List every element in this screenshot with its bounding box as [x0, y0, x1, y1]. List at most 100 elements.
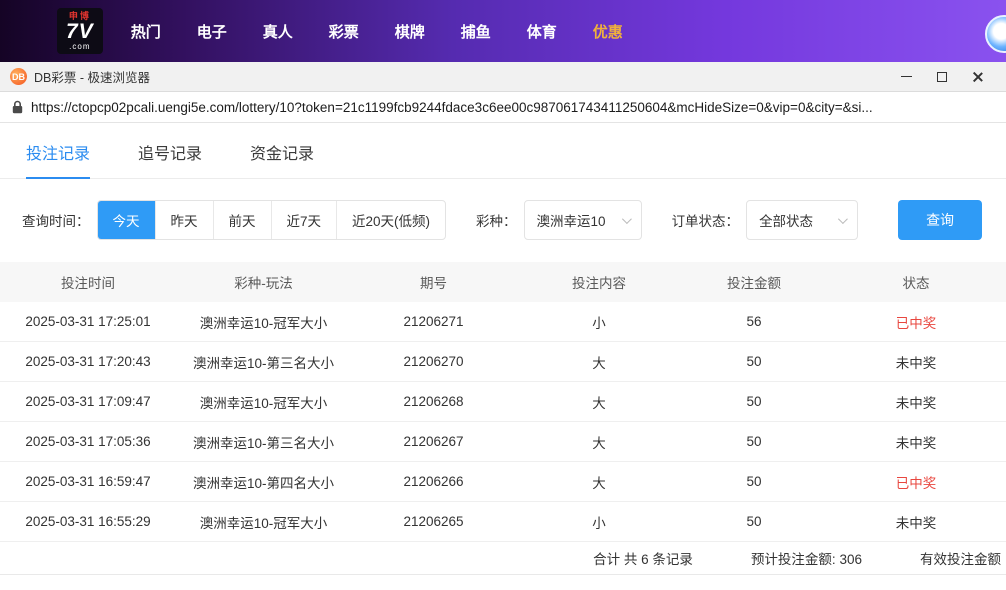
table-cell: 澳洲幸运10-第四名大小	[192, 475, 334, 491]
table-cell: 小	[592, 515, 606, 531]
column-header: 投注金额	[727, 276, 781, 291]
table-row: 2025-03-31 17:05:36 澳洲幸运10-第三名大小 21206267 大…	[0, 422, 1006, 462]
ssl-lock-icon	[12, 100, 23, 114]
nav-item[interactable]: 热门	[131, 21, 161, 42]
search-button[interactable]: 查询	[898, 200, 983, 240]
maximize-icon	[937, 71, 947, 82]
nav-item[interactable]: 体育	[527, 21, 557, 42]
nav-item[interactable]: 棋牌	[395, 21, 425, 42]
table-cell: 21206268	[403, 394, 464, 409]
record-tabs: 投注记录 追号记录 资金记录	[0, 123, 1006, 179]
table-cell: 大	[592, 355, 606, 371]
logo-text-main: 7V	[66, 20, 94, 43]
table-cell: 50	[746, 354, 762, 369]
status-cell: 未中奖	[895, 515, 937, 531]
minimize-button[interactable]	[888, 63, 924, 91]
column-header: 期号	[420, 276, 447, 291]
summary-footer: 合计 共 6 条记录 预计投注金额: 306 有效投注金额	[0, 542, 1006, 575]
valid-amount-label: 有效投注金额	[920, 552, 1001, 567]
table-cell: 小	[592, 315, 606, 331]
tab-chase-records[interactable]: 追号记录	[138, 140, 202, 178]
table-cell: 2025-03-31 17:09:47	[25, 394, 151, 409]
site-top-nav: 申博 7V .com 热门 电子 真人 彩票 棋牌 捕鱼 体育 优惠	[0, 0, 1006, 62]
order-status-label: 订单状态：	[671, 214, 740, 229]
minimize-icon	[900, 76, 912, 77]
table-cell: 50	[746, 514, 762, 529]
filter-bar: 查询时间： 今天 昨天 前天 近7天 近20天(低频) 彩种： 澳洲幸运10 订单状态：…	[22, 200, 1006, 240]
tab-bet-records[interactable]: 投注记录	[26, 140, 91, 179]
table-cell: 21206266	[403, 474, 464, 489]
status-cell: 已中奖	[895, 475, 937, 491]
status-cell: 未中奖	[895, 355, 937, 371]
table-row: 2025-03-31 17:09:47 澳洲幸运10-冠军大小 21206268 大 5…	[0, 382, 1006, 422]
table-cell: 澳洲幸运10-第三名大小	[192, 435, 334, 451]
table-cell: 大	[592, 475, 606, 491]
chevron-down-icon	[838, 213, 848, 224]
close-button[interactable]	[960, 63, 996, 91]
table-row: 2025-03-31 17:20:43 澳洲幸运10-第三名大小 21206270 大…	[0, 342, 1006, 382]
lottery-select-value: 澳洲幸运10	[536, 214, 606, 229]
table-cell: 2025-03-31 17:25:01	[25, 314, 151, 329]
time-option[interactable]: 今天	[97, 201, 156, 239]
table-cell: 澳洲幸运10-冠军大小	[199, 515, 328, 531]
table-cell: 21206271	[403, 314, 464, 329]
column-header: 彩种-玩法	[234, 276, 293, 291]
window-controls	[888, 63, 996, 91]
expected-amount-text: 预计投注金额: 306	[751, 548, 862, 568]
table-cell: 澳洲幸运10-第三名大小	[192, 355, 334, 371]
expected-amount-label: 预计投注金额:	[750, 552, 836, 567]
browser-app-icon: DB	[10, 68, 27, 85]
status-cell: 未中奖	[895, 435, 937, 451]
column-header: 状态	[902, 276, 930, 291]
browser-url-bar: https://ctopcp02pcali.uengi5e.com/lotter…	[0, 92, 1006, 123]
logo-text-sub: .com	[69, 42, 91, 52]
time-option[interactable]: 近20天(低频)	[337, 201, 445, 239]
browser-titlebar: DB DB彩票 - 极速浏览器	[0, 62, 1006, 92]
table-header-row: 投注时间 彩种-玩法 期号 投注内容 投注金额 状态	[0, 262, 1006, 302]
table-cell: 21206265	[403, 514, 464, 529]
table-cell: 澳洲幸运10-冠军大小	[199, 395, 328, 411]
nav-item[interactable]: 彩票	[329, 21, 359, 42]
nav-item[interactable]: 电子	[197, 21, 227, 42]
time-filter-group: 今天 昨天 前天 近7天 近20天(低频)	[96, 200, 447, 240]
table-cell: 21206267	[403, 434, 464, 449]
chevron-down-icon	[621, 213, 632, 224]
bet-records-table: 投注时间 彩种-玩法 期号 投注内容 投注金额 状态 2025-03-31 17:25:0…	[0, 262, 1006, 542]
table-cell: 50	[746, 474, 762, 489]
table-cell: 50	[746, 394, 762, 409]
table-cell: 2025-03-31 16:55:29	[25, 514, 151, 529]
column-header: 投注内容	[572, 276, 626, 291]
table-cell: 2025-03-31 16:59:47	[25, 474, 151, 489]
close-icon	[972, 71, 984, 83]
table-cell: 2025-03-31 17:05:36	[25, 434, 151, 449]
lottery-filter: 彩种： 澳洲幸运10	[476, 200, 642, 240]
column-header: 投注时间	[61, 276, 115, 291]
table-cell: 2025-03-31 17:20:43	[25, 354, 151, 369]
time-option[interactable]: 前天	[214, 201, 272, 239]
floating-widget-icon[interactable]	[985, 15, 1006, 53]
table-row: 2025-03-31 16:59:47 澳洲幸运10-第四名大小 21206266 大…	[0, 462, 1006, 502]
site-logo[interactable]: 申博 7V .com	[57, 7, 103, 55]
table-cell: 大	[592, 435, 606, 451]
table-cell: 50	[746, 434, 762, 449]
order-status-filter: 订单状态： 全部状态	[672, 200, 859, 240]
table-row: 2025-03-31 16:55:29 澳洲幸运10-冠军大小 21206265 小 5…	[0, 502, 1006, 542]
expected-amount-value: 306	[839, 552, 862, 567]
lottery-filter-label: 彩种：	[476, 214, 517, 229]
url-text[interactable]: https://ctopcp02pcali.uengi5e.com/lotter…	[31, 100, 994, 115]
nav-item[interactable]: 捕鱼	[461, 21, 491, 42]
time-option[interactable]: 近7天	[272, 201, 338, 239]
window-title: DB彩票 - 极速浏览器	[34, 71, 150, 85]
table-cell: 21206270	[403, 354, 464, 369]
time-option[interactable]: 昨天	[156, 201, 214, 239]
lottery-select[interactable]: 澳洲幸运10	[523, 200, 642, 240]
status-cell: 未中奖	[895, 395, 937, 411]
tab-fund-records[interactable]: 资金记录	[250, 140, 314, 178]
nav-item[interactable]: 真人	[263, 21, 293, 42]
table-body: 2025-03-31 17:25:01 澳洲幸运10-冠军大小 21206271 小 5…	[0, 302, 1006, 542]
nav-item[interactable]: 优惠	[593, 21, 623, 42]
top-nav-items: 热门 电子 真人 彩票 棋牌 捕鱼 体育 优惠	[131, 21, 623, 42]
order-status-select[interactable]: 全部状态	[746, 200, 859, 240]
time-filter-label: 查询时间：	[22, 214, 90, 229]
maximize-button[interactable]	[924, 63, 960, 91]
